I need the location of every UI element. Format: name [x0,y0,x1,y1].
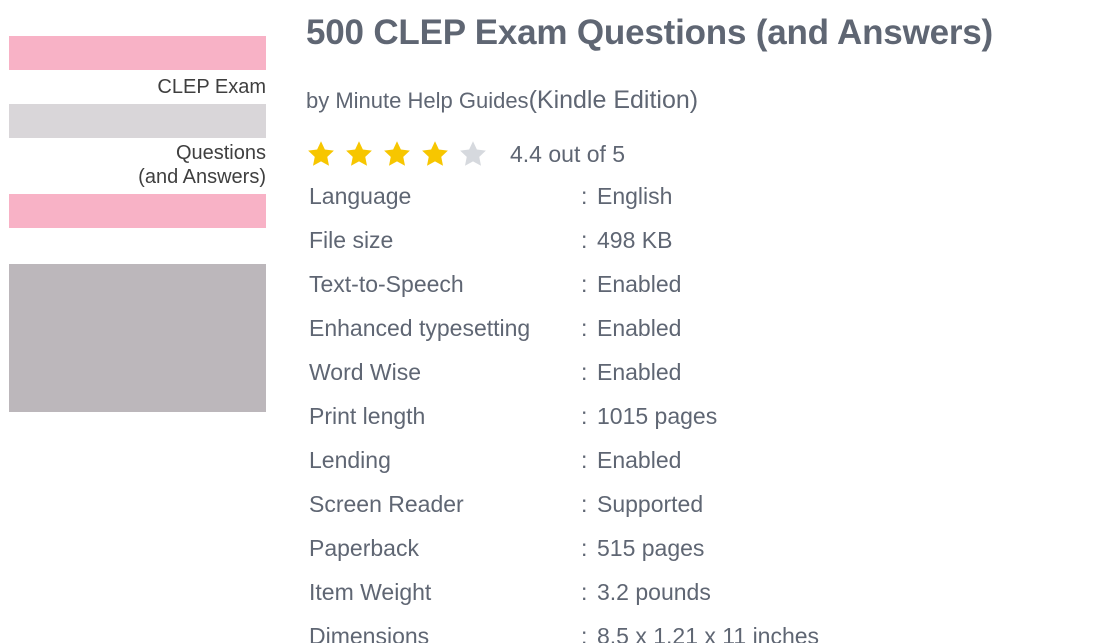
detail-separator: : [581,446,588,473]
detail-value: Enabled [597,314,682,341]
byline-edition: (Kindle Edition) [528,86,699,114]
detail-row: Item Weight:3.2 pounds [309,570,1099,614]
star-empty-icon [460,141,486,166]
star-filled-icon [346,141,372,166]
cover-band-grey-bottom [9,264,266,412]
rating-stars [306,139,496,169]
detail-label: Text-to-Speech [309,270,464,297]
cover-title-lines: Questions (and Answers) [138,141,266,189]
rating-text: 4.4 out of 5 [510,140,626,167]
cover-band-pink-top [9,36,266,70]
star-filled-icon [384,141,410,166]
detail-separator: : [581,622,588,643]
star-filled-icon [422,141,448,166]
cover-title-line-2: Questions [175,142,266,164]
detail-value: English [597,182,673,209]
cover-title-line-1: CLEP Exam [157,76,266,98]
detail-label: Word Wise [309,358,422,385]
detail-separator: : [581,402,588,429]
detail-row: Paperback:515 pages [309,526,1099,570]
detail-row: File size:498 KB [309,218,1099,262]
detail-value: 1015 pages [597,402,718,429]
byline-author[interactable]: by Minute Help Guides [306,88,529,113]
detail-separator: : [581,534,588,561]
byline: by Minute Help Guides(Kindle Edition) [306,86,698,115]
detail-separator: : [581,490,588,517]
product-details-table: Language: English File size:498 KB Text-to-… [309,174,1099,643]
detail-label: File size [309,226,394,253]
product-page: CLEP Exam Questions (and Answers) 500 CL… [0,0,1104,643]
detail-separator: : [581,314,588,341]
detail-label: Item Weight [309,578,432,605]
detail-value: 498 KB [597,226,673,253]
detail-row: Print length:1015 pages [309,394,1099,438]
detail-value: Enabled [597,358,682,385]
cover-band-grey-top [9,104,266,138]
detail-label: Enhanced typesetting [309,314,531,341]
detail-value: Supported [597,490,704,517]
book-cover[interactable]: CLEP Exam Questions (and Answers) [9,36,266,412]
detail-row: Language: English [309,174,1099,218]
detail-row: Lending: Enabled [309,438,1099,482]
detail-separator: : [581,270,588,297]
detail-separator: : [581,578,588,605]
detail-label: Dimensions [309,622,430,643]
detail-label: Language [309,182,412,209]
detail-label: Screen Reader [309,490,464,517]
detail-row: Word Wise: Enabled [309,350,1099,394]
detail-label: Lending [309,446,391,473]
detail-separator: : [581,358,588,385]
detail-separator: : [581,226,588,253]
rating[interactable]: 4.4 out of 5 [306,138,625,170]
detail-value: Enabled [597,446,682,473]
detail-row: Enhanced typesetting: Enabled [309,306,1099,350]
detail-value: 3.2 pounds [597,578,711,605]
cover-title-line-3: (and Answers) [138,166,266,188]
detail-value: 515 pages [597,534,705,561]
detail-label: Print length [309,402,426,429]
detail-row: Text-to-Speech: Enabled [309,262,1099,306]
detail-row: Screen Reader: Supported [309,482,1099,526]
detail-value: Enabled [597,270,682,297]
detail-value: 8.5 x 1.21 x 11 inches [597,622,820,643]
detail-label: Paperback [309,534,419,561]
book-title: 500 CLEP Exam Questions (and Answers) [306,13,993,52]
cover-band-pink-bottom [9,194,266,228]
star-filled-icon [308,141,334,166]
detail-separator: : [581,182,588,209]
detail-row: Dimensions:8.5 x 1.21 x 11 inches [309,614,1099,643]
